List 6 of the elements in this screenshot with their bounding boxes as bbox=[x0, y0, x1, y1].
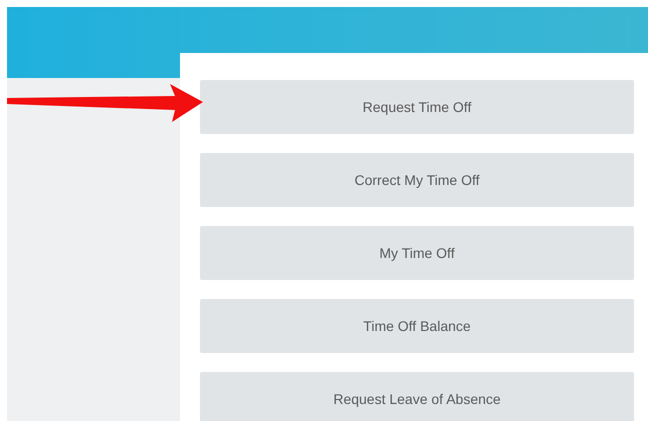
menu-button[interactable]: Correct My Time Off bbox=[200, 153, 634, 207]
menu-button[interactable]: My Time Off bbox=[200, 226, 634, 280]
menu-button[interactable]: Time Off Balance bbox=[200, 299, 634, 353]
pointer-arrow-icon bbox=[7, 84, 203, 124]
menu-button[interactable]: Request Leave of Absence bbox=[200, 372, 634, 421]
menu-button[interactable]: Request Time Off bbox=[200, 80, 634, 134]
